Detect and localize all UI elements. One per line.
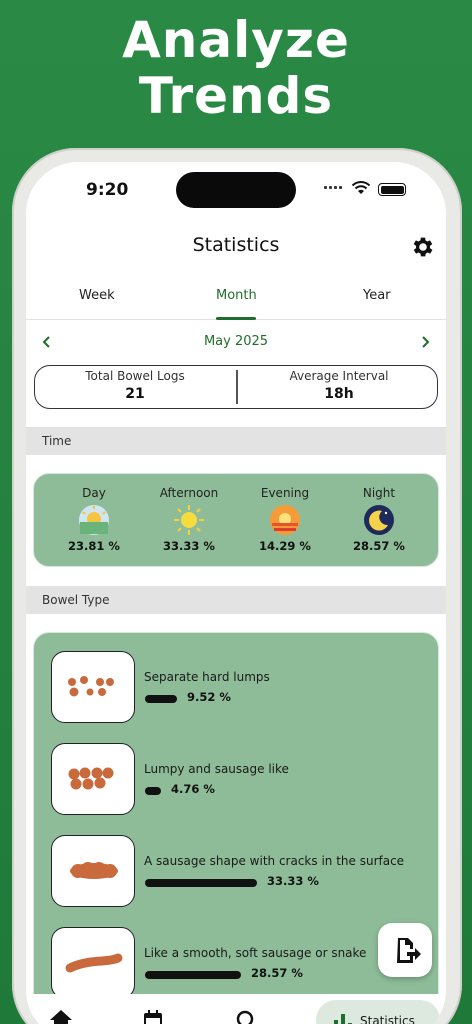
bowel-type-row: Separate hard lumps 9.52 %	[51, 651, 421, 725]
period-tabs: Week Month Year	[26, 274, 446, 320]
bowel-type-pct: 28.57 %	[251, 966, 303, 980]
wifi-icon	[351, 181, 371, 194]
month-navigator: May 2025	[26, 330, 446, 356]
sunset-icon	[270, 505, 300, 535]
period-name: Evening	[260, 486, 310, 500]
battery-icon	[378, 183, 406, 196]
month-label: May 2025	[203, 334, 269, 349]
bowel-type-row: Lumpy and sausage like 4.76 %	[51, 743, 421, 817]
time-card: Day 23.81 % Afternoon 33.33 % Evening 14…	[33, 473, 439, 567]
period-pct: 23.81 %	[68, 539, 120, 553]
tab-week[interactable]: Week	[79, 288, 115, 303]
period-evening: Evening 14.29 %	[240, 486, 330, 553]
tab-year[interactable]: Year	[363, 288, 391, 303]
cracked-sausage-thumbnail	[51, 835, 135, 907]
signal-icon	[324, 186, 342, 189]
bowel-type-bar	[145, 787, 161, 795]
total-logs-cell: Total Bowel Logs 21	[35, 369, 235, 402]
period-pct: 28.57 %	[353, 539, 405, 553]
period-name: Afternoon	[159, 486, 219, 500]
period-name: Day	[82, 486, 106, 500]
chevron-right-icon[interactable]	[420, 335, 430, 349]
bowel-type-bar	[145, 695, 177, 703]
promo-headline: Analyze Trends	[0, 12, 472, 124]
period-afternoon: Afternoon 33.33 %	[144, 486, 234, 553]
smooth-sausage-thumbnail	[51, 927, 135, 999]
bowel-type-desc: Like a smooth, soft sausage or snake	[144, 946, 367, 960]
status-time: 9:20	[86, 180, 129, 200]
calendar-icon[interactable]	[141, 1008, 165, 1024]
bowel-type-pct: 33.33 %	[267, 874, 319, 888]
bowel-type-bar	[145, 879, 257, 887]
chart-icon	[334, 1014, 352, 1024]
bowel-type-row: A sausage shape with cracks in the surfa…	[51, 835, 421, 909]
average-interval-label: Average Interval	[289, 369, 389, 383]
search-icon[interactable]	[234, 1008, 258, 1024]
page-title: Statistics	[192, 234, 280, 256]
summary-divider	[236, 370, 238, 404]
bowel-type-bar	[145, 971, 241, 979]
moon-icon	[364, 505, 394, 535]
bottom-nav: Statistics	[26, 994, 446, 1024]
bowel-type-pct: 9.52 %	[187, 690, 231, 704]
dynamic-island	[176, 172, 296, 208]
bowel-type-desc: Lumpy and sausage like	[144, 762, 289, 776]
lumpy-sausage-thumbnail	[51, 743, 135, 815]
status-bar: 9:20	[26, 162, 446, 218]
hard-lumps-thumbnail	[51, 651, 135, 723]
tab-month[interactable]: Month	[216, 288, 257, 303]
bowel-type-section-header: Bowel Type	[26, 586, 446, 614]
app-screen: 9:20 Statistics Week Month Year May 2025…	[26, 162, 446, 1024]
sun-icon	[174, 505, 204, 535]
period-pct: 14.29 %	[259, 539, 311, 553]
export-icon	[397, 938, 421, 963]
period-pct: 33.33 %	[163, 539, 215, 553]
sunrise-icon	[79, 505, 109, 535]
export-button[interactable]	[378, 923, 432, 977]
promo-line-2: Trends	[138, 67, 334, 125]
summary-box: Total Bowel Logs 21 Average Interval 18h	[34, 365, 438, 409]
bowel-type-desc: A sausage shape with cracks in the surfa…	[144, 854, 405, 868]
time-section-header: Time	[26, 427, 446, 455]
promo-line-1: Analyze	[122, 11, 350, 69]
average-interval-value: 18h	[324, 386, 354, 402]
bowel-type-row: Like a smooth, soft sausage or snake 28.…	[51, 927, 421, 1001]
total-logs-label: Total Bowel Logs	[85, 369, 185, 383]
gear-icon[interactable]	[410, 234, 436, 260]
home-icon[interactable]	[48, 1008, 74, 1024]
nav-statistics-label: Statistics	[360, 1014, 415, 1024]
period-day: Day 23.81 %	[49, 486, 139, 553]
bowel-type-desc: Separate hard lumps	[144, 670, 270, 684]
tab-active-indicator	[216, 317, 256, 320]
average-interval-cell: Average Interval 18h	[239, 369, 439, 402]
bowel-type-pct: 4.76 %	[171, 782, 215, 796]
period-night: Night 28.57 %	[334, 486, 424, 553]
total-logs-value: 21	[125, 386, 145, 402]
period-name: Night	[362, 486, 396, 500]
